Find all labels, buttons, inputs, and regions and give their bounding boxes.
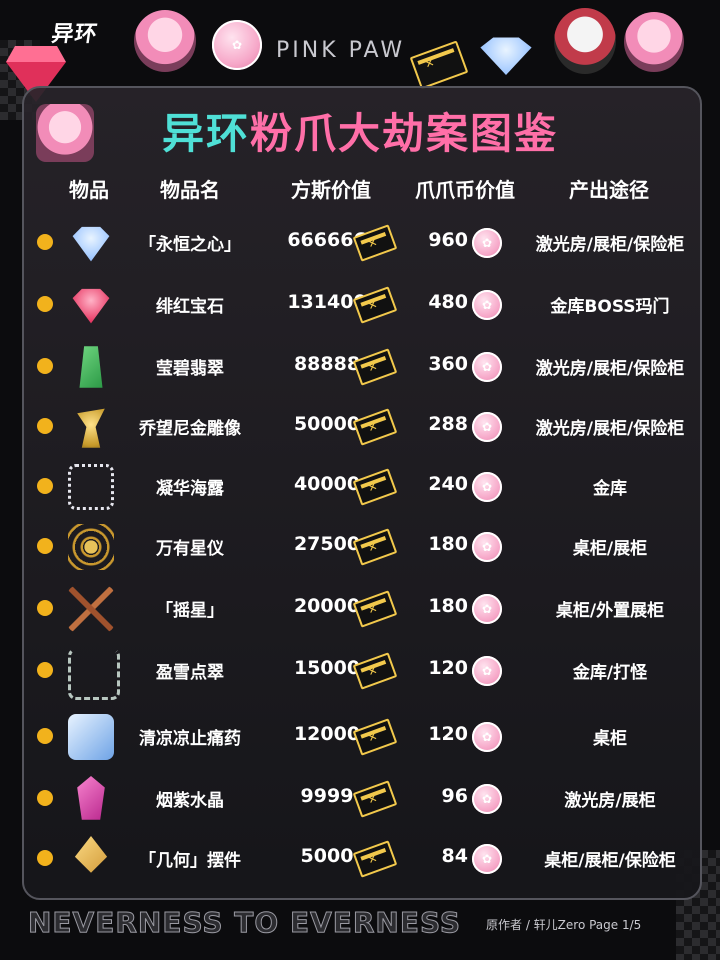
diamond-icon: [72, 226, 110, 262]
item-source: 金库/打怪: [572, 663, 648, 683]
pink-paw-label: PINK PAW: [276, 38, 406, 63]
paw-coin-icon: [472, 844, 502, 874]
item-name: 烟紫水晶: [156, 791, 224, 811]
paw-coin-value: 96: [441, 785, 468, 807]
header: 异环 PINK PAW: [0, 0, 720, 102]
paw-coin-value: 84: [441, 845, 468, 867]
item-name: 凝华海露: [156, 479, 224, 499]
pearl-necklace-icon: [68, 464, 114, 510]
col-item-name: 物品名: [160, 178, 220, 202]
paw-coin-icon: [472, 472, 502, 502]
item-name: 「几何」摆件: [139, 851, 241, 871]
table-row: 烟紫水晶999996激光房/展柜: [0, 770, 720, 826]
bullet-icon: [37, 600, 53, 616]
table-row: 盈雪点翠15000120金库/打怪: [0, 642, 720, 700]
paw-coin-value: 180: [428, 595, 468, 617]
paw-coin-icon: [472, 784, 502, 814]
paw-coin-icon: [472, 594, 502, 624]
col-item: 物品: [69, 178, 109, 202]
item-name: 清凉凉止痛药: [139, 729, 241, 749]
bullet-icon: [37, 728, 53, 744]
paw-coin-icon: [212, 20, 262, 70]
paw-coin-icon: [472, 722, 502, 752]
page-title: 异环粉爪大劫案图鉴: [0, 100, 720, 161]
crossbow-icon: [68, 586, 114, 632]
item-name: 乔望尼金雕像: [139, 419, 241, 439]
bullet-icon: [37, 418, 53, 434]
footer-slogan: NEVERNESS TO EVERNESS: [27, 906, 462, 940]
col-source: 产出途径: [569, 178, 649, 202]
table-row: 莹碧翡翠88888360激光房/展柜/保险柜: [0, 338, 720, 394]
item-name: 「永恒之心」: [139, 235, 241, 255]
footer-credit: 原作者 / 轩儿Zero Page 1/5: [486, 918, 642, 932]
table-row: 清凉凉止痛药12000120桌柜: [0, 708, 720, 764]
item-name: 盈雪点翠: [156, 663, 224, 683]
item-source: 桌柜/外置展柜: [555, 601, 665, 621]
paw-coin-icon: [472, 352, 502, 382]
paw-coin-value: 120: [428, 657, 468, 679]
item-source: 激光房/展柜/保险柜: [535, 235, 685, 255]
bullet-icon: [37, 478, 53, 494]
brand-logo: 异环: [49, 22, 100, 47]
table-row: 绯红宝石131400480金库BOSS玛门: [0, 276, 720, 332]
paw-coin-value: 960: [428, 229, 468, 251]
item-source: 金库: [593, 479, 627, 499]
paw-coin-icon: [472, 290, 502, 320]
chibi-character-pink-icon: [624, 12, 684, 72]
paw-coin-value: 180: [428, 533, 468, 555]
gold-statue-icon: [77, 408, 105, 448]
table-row: 乔望尼金雕像50000288激光房/展柜/保险柜: [0, 398, 720, 454]
bullet-icon: [37, 662, 53, 678]
table-row: 凝华海露40000240金库: [0, 458, 720, 514]
medicine-box-icon: [68, 714, 114, 760]
col-paw-value: 爪爪币价值: [415, 178, 515, 202]
table-row: 「永恒之心」666666960激光房/展柜/保险柜: [0, 214, 720, 270]
bullet-icon: [37, 538, 53, 554]
ruby-icon: [72, 288, 110, 324]
table-header: 物品 物品名 方斯价值 爪爪币价值 产出途径: [0, 174, 720, 204]
armillary-sphere-icon: [68, 524, 114, 570]
geometry-ornament-icon: [74, 836, 108, 873]
paw-coin-value: 480: [428, 291, 468, 313]
title-game-name: 异环: [161, 109, 250, 158]
item-name: 莹碧翡翠: [156, 359, 224, 379]
paw-coin-value: 360: [428, 353, 468, 375]
title-main: 粉爪大劫案图鉴: [250, 109, 559, 158]
item-source: 桌柜: [593, 729, 627, 749]
emerald-necklace-icon: [68, 648, 120, 700]
item-source: 桌柜/展柜/保险柜: [544, 851, 676, 871]
bullet-icon: [37, 296, 53, 312]
emerald-icon: [79, 346, 103, 388]
ticket-icon: [409, 40, 469, 90]
bullet-icon: [37, 850, 53, 866]
bullet-icon: [37, 790, 53, 806]
paw-coin-icon: [472, 656, 502, 686]
bullet-icon: [37, 358, 53, 374]
item-name: 万有星仪: [156, 539, 224, 559]
item-source: 激光房/展柜: [564, 791, 656, 811]
table-row: 万有星仪27500180桌柜/展柜: [0, 518, 720, 574]
paw-coin-icon: [472, 228, 502, 258]
item-source: 激光房/展柜/保险柜: [535, 419, 685, 439]
table-row: 「摇星」20000180桌柜/外置展柜: [0, 580, 720, 636]
item-source: 桌柜/展柜: [572, 539, 648, 559]
paw-coin-value: 240: [428, 473, 468, 495]
item-name: 绯红宝石: [156, 297, 224, 317]
chibi-character-icon: [134, 10, 196, 72]
bullet-icon: [37, 234, 53, 250]
table-row: 「几何」摆件500084桌柜/展柜/保险柜: [0, 830, 720, 886]
item-source: 金库BOSS玛门: [550, 297, 670, 317]
item-source: 激光房/展柜/保险柜: [535, 359, 685, 379]
chibi-character-red-icon: [554, 8, 616, 74]
amethyst-icon: [77, 776, 105, 820]
diamond-decoration-icon: [480, 37, 532, 75]
item-name: 「摇星」: [156, 601, 224, 621]
paw-coin-icon: [472, 532, 502, 562]
paw-coin-value: 120: [428, 723, 468, 745]
paw-coin-icon: [472, 412, 502, 442]
col-fs-value: 方斯价值: [291, 178, 371, 202]
paw-coin-value: 288: [428, 413, 468, 435]
